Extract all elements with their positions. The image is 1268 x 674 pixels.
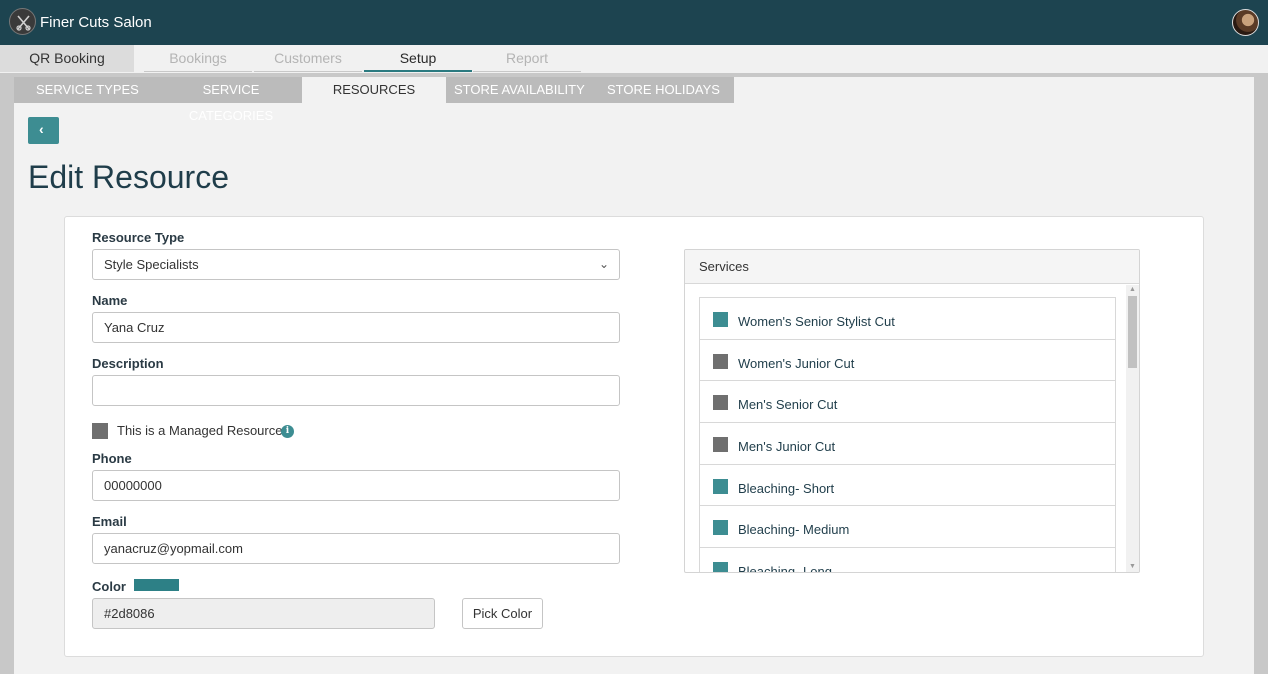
scroll-up-icon[interactable]: ▲	[1126, 285, 1139, 295]
service-row[interactable]: Men's Senior Cut	[700, 381, 1115, 424]
name-field[interactable]: Yana Cruz	[92, 312, 620, 343]
color-swatch	[134, 579, 179, 591]
app-title: Finer Cuts Salon	[40, 14, 152, 31]
services-scrollbar[interactable]: ▲ ▼	[1126, 285, 1139, 572]
salon-logo-icon	[9, 8, 36, 35]
email-label: Email	[92, 514, 127, 529]
service-row[interactable]: Bleaching- Short	[700, 465, 1115, 507]
service-checkbox[interactable]	[713, 395, 728, 411]
chevron-left-icon: ‹	[39, 121, 44, 137]
tab-bookings[interactable]: Bookings	[144, 45, 252, 72]
pick-color-button[interactable]: Pick Color	[462, 598, 543, 629]
service-checkbox[interactable]	[713, 520, 728, 536]
service-label: Women's Senior Stylist Cut	[738, 314, 895, 329]
back-button[interactable]: ‹	[28, 117, 59, 144]
services-panel: Services Women's Senior Stylist Cut Women…	[684, 249, 1140, 573]
phone-field[interactable]: 00000000	[92, 470, 620, 501]
info-icon[interactable]: i	[281, 425, 294, 438]
managed-resource-checkbox[interactable]	[92, 423, 108, 439]
color-label: Color	[92, 579, 126, 594]
subtab-resources[interactable]: RESOURCES	[302, 77, 446, 103]
services-list: Women's Senior Stylist Cut Women's Junior…	[699, 297, 1116, 573]
service-label: Bleaching- Short	[738, 480, 835, 496]
service-row[interactable]: Bleaching- Medium	[700, 506, 1115, 549]
main-nav: QR Booking Bookings Customers Setup Repo…	[0, 45, 1268, 73]
content-panel: SERVICE TYPES SERVICE CATEGORIES RESOURC…	[14, 77, 1254, 674]
scroll-down-icon[interactable]: ▼	[1126, 562, 1139, 572]
tab-qr-booking[interactable]: QR Booking	[0, 45, 134, 72]
email-field[interactable]: yanacruz@yopmail.com	[92, 533, 620, 564]
resource-type-value: Style Specialists	[104, 257, 199, 272]
resource-form-card: Resource Type Style Specialists ⌄ Name Y…	[64, 216, 1204, 657]
resource-type-select[interactable]: Style Specialists ⌄	[92, 249, 620, 280]
service-row[interactable]: Bleaching- Long	[700, 548, 1115, 573]
description-field[interactable]	[92, 375, 620, 406]
phone-label: Phone	[92, 451, 132, 466]
name-label: Name	[92, 293, 128, 308]
service-checkbox[interactable]	[713, 478, 728, 494]
user-avatar[interactable]	[1232, 9, 1259, 36]
subtab-store-holidays[interactable]: STORE HOLIDAYS	[596, 77, 734, 103]
service-checkbox[interactable]	[713, 437, 728, 453]
tab-report[interactable]: Report	[473, 45, 581, 72]
subtab-service-types[interactable]: SERVICE TYPES	[14, 77, 160, 103]
scrollbar-thumb[interactable]	[1128, 296, 1137, 368]
description-label: Description	[92, 356, 164, 371]
subtab-service-categories[interactable]: SERVICE CATEGORIES	[160, 77, 302, 123]
service-label: Bleaching- Long	[738, 564, 832, 573]
service-label: Men's Senior Cut	[738, 397, 838, 413]
color-hex-field[interactable]: #2d8086	[92, 598, 435, 629]
service-row[interactable]: Men's Junior Cut	[700, 423, 1115, 465]
chevron-down-icon: ⌄	[598, 257, 609, 271]
service-row[interactable]: Women's Senior Stylist Cut	[700, 298, 1115, 340]
service-checkbox[interactable]	[713, 353, 728, 369]
service-label: Bleaching- Medium	[738, 522, 850, 538]
tab-setup[interactable]: Setup	[364, 45, 472, 72]
service-label: Men's Junior Cut	[738, 439, 836, 455]
service-checkbox[interactable]	[713, 312, 728, 327]
service-label: Women's Junior Cut	[738, 355, 855, 371]
subtab-store-availability[interactable]: STORE AVAILABILITY	[446, 77, 596, 103]
app-header: Finer Cuts Salon	[0, 0, 1268, 45]
service-checkbox[interactable]	[713, 562, 728, 572]
page-title: Edit Resource	[28, 159, 229, 195]
resource-type-label: Resource Type	[92, 230, 185, 245]
managed-resource-label: This is a Managed Resource	[117, 423, 283, 438]
service-row[interactable]: Women's Junior Cut	[700, 340, 1115, 382]
services-title: Services	[685, 250, 1139, 284]
tab-customers[interactable]: Customers	[254, 45, 362, 72]
